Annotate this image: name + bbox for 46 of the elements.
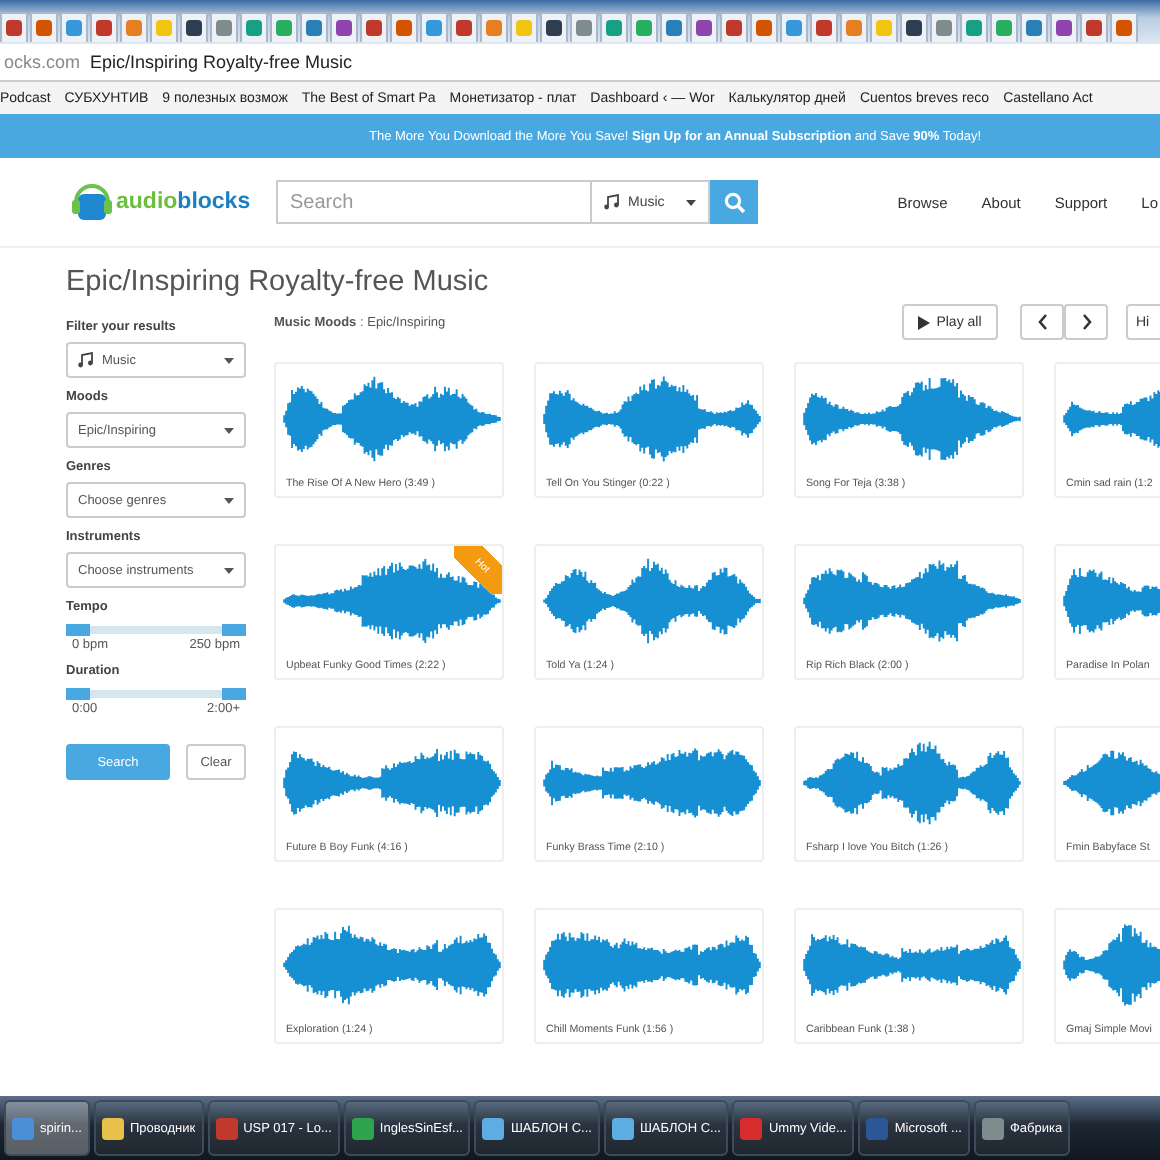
caret-icon — [224, 497, 234, 503]
caret-icon — [224, 567, 234, 573]
tab-icon[interactable] — [810, 12, 838, 42]
app-icon — [740, 1117, 763, 1139]
search-icon — [723, 191, 745, 213]
tab-icon[interactable] — [1050, 12, 1078, 42]
app-icon — [215, 1117, 238, 1139]
caret-icon — [224, 427, 234, 433]
caret-icon — [686, 199, 696, 205]
app-icon — [12, 1117, 34, 1139]
app-icon — [101, 1117, 124, 1139]
tab-icon[interactable] — [360, 12, 388, 42]
tab-icon[interactable] — [540, 12, 568, 42]
address-title: Epic/Inspiring Royalty-free Music — [90, 52, 353, 72]
music-note-icon — [78, 352, 94, 368]
search-field[interactable]: Search — [276, 180, 592, 224]
slider-handle[interactable] — [222, 688, 246, 700]
caret-icon — [224, 357, 234, 363]
app-icon — [351, 1117, 374, 1139]
tab-icon[interactable] — [1080, 12, 1108, 42]
slider-handle[interactable] — [66, 688, 90, 700]
tab-icon[interactable] — [90, 12, 118, 42]
tab-icon[interactable] — [450, 12, 478, 42]
address-domain: ocks.com — [4, 52, 81, 72]
tab-icon[interactable] — [330, 12, 358, 42]
music-note-icon — [604, 194, 620, 210]
chevron-left-icon — [1037, 314, 1047, 330]
app-icon — [611, 1117, 634, 1139]
tab-icon[interactable] — [900, 12, 928, 42]
app-icon — [866, 1117, 889, 1139]
headphones-logo-icon — [70, 182, 114, 222]
previous-page-button[interactable] — [1020, 304, 1064, 340]
app-icon — [981, 1117, 1004, 1139]
app-icon — [482, 1117, 505, 1139]
logo-text: audioblocks — [116, 190, 251, 214]
tab-icon[interactable] — [720, 12, 748, 42]
search-button[interactable] — [710, 180, 758, 224]
tab-icon[interactable] — [690, 12, 718, 42]
play-icon — [918, 315, 931, 329]
page-title: Epic/Inspiring Royalty-free Music — [66, 266, 491, 298]
chevron-right-icon — [1081, 314, 1091, 330]
slider-handle[interactable] — [222, 624, 246, 636]
tab-icon[interactable] — [0, 12, 28, 42]
tab-icon[interactable] — [180, 12, 208, 42]
next-page-button[interactable] — [1064, 304, 1108, 340]
slider-handle[interactable] — [66, 624, 90, 636]
